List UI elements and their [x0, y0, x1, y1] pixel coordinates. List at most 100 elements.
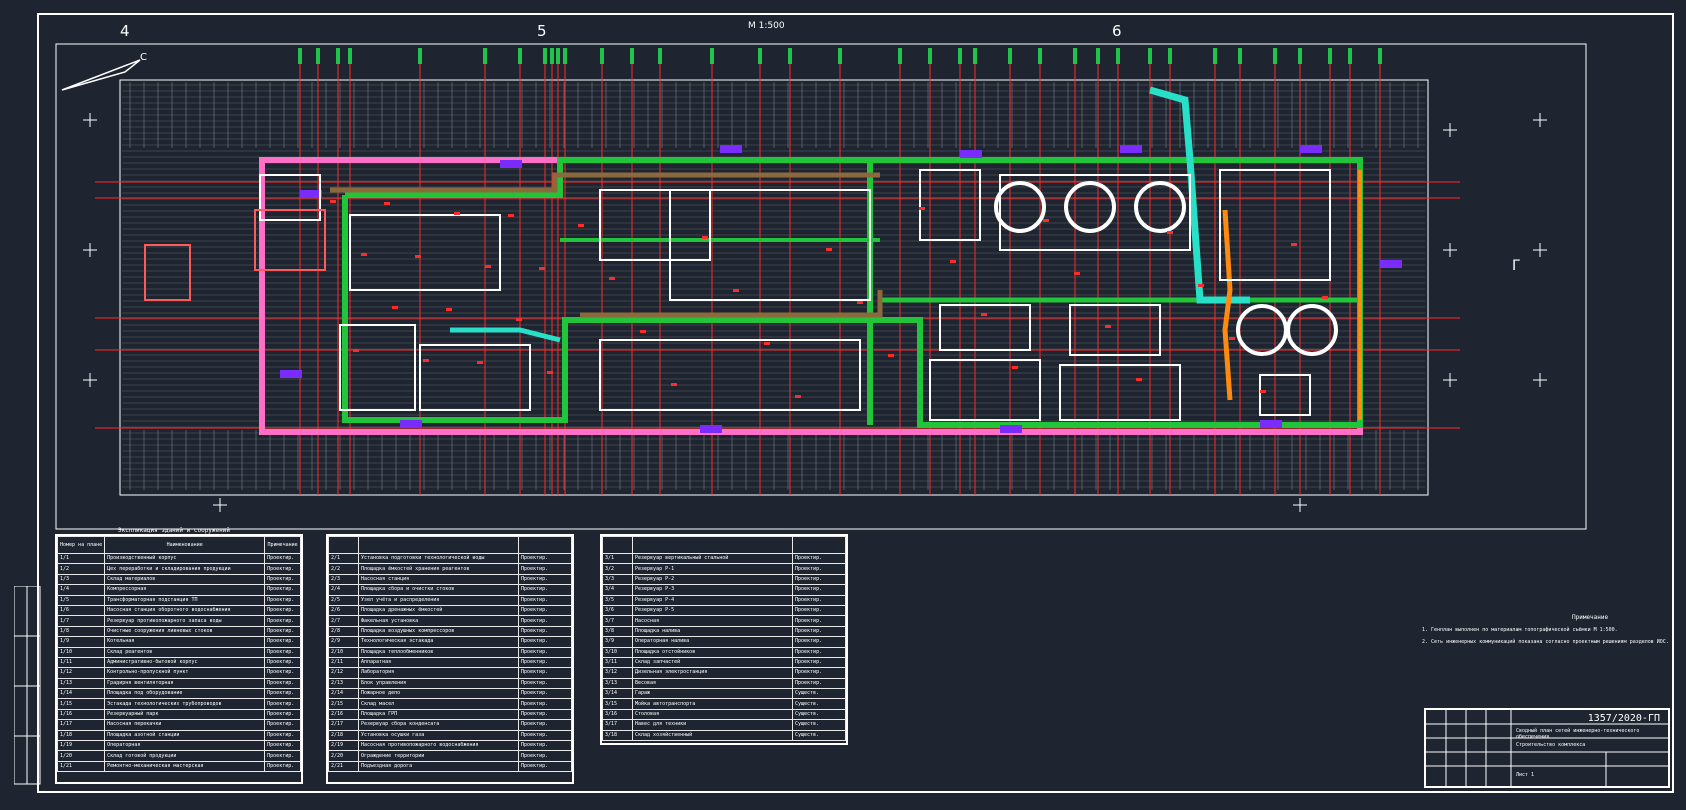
cell-note: Проектир. [264, 719, 301, 731]
cell-number: 3/9 [602, 636, 633, 648]
table-row: 1/13 Градирня вентиляторная Проектир. [56, 677, 301, 690]
stamp-line-1: Сводный план сетей инженерно-техническог… [1516, 728, 1640, 740]
cell-number: 2/9 [328, 636, 359, 648]
cell-note: Проектир. [518, 656, 572, 669]
table-row: 3/16 Столовая Существ. [602, 708, 846, 721]
notes-block: Примечание 1. Генплан выполнен по матери… [1422, 612, 1669, 648]
cell-name: Весовая [632, 677, 793, 690]
utility-tag [630, 48, 634, 64]
cell-number: 2/13 [328, 677, 359, 690]
cell-note: Проектир. [518, 563, 572, 575]
utility-tag [1213, 48, 1217, 64]
table-row: 1/9 Котельная Проектир. [56, 636, 301, 648]
utility-tag [658, 48, 662, 64]
cell-name: Склад реагентов [104, 646, 266, 658]
cell-note: Проектир. [518, 615, 572, 627]
cell-note: Проектир. [264, 708, 301, 721]
label-mark [1167, 231, 1173, 234]
building-outline [349, 214, 501, 291]
cell-note: Проектир. [264, 563, 301, 575]
label-mark [1198, 284, 1204, 287]
cell-name: Установка осушки газа [358, 729, 519, 742]
label-mark [702, 236, 708, 239]
label-mark [392, 306, 398, 309]
label-mark [888, 354, 894, 357]
utility-tag [563, 48, 567, 64]
label-mark [1136, 378, 1142, 381]
header-number [602, 536, 633, 554]
title-block: 1357/2020-ГП Сводный план сетей инженерн… [1424, 708, 1670, 788]
cell-name: Трансформаторная подстанция ТП [104, 594, 266, 606]
cell-name: Площадка отстойников [632, 646, 793, 658]
cell-note: Проектир. [792, 625, 846, 638]
cell-number: 2/4 [328, 584, 359, 596]
table-row: 2/2 Площадка ёмкостей хранения реагентов П… [328, 563, 572, 575]
notes-line-2: 2. Сеть инженерных коммуникаций показана… [1422, 639, 1669, 645]
table-row: 2/16 Площадка ГРП Проектир. [328, 708, 572, 721]
cell-note: Существ. [792, 708, 846, 721]
network-purple-block [1380, 260, 1402, 268]
table-left-title: Экспликация зданий и сооружений [118, 527, 230, 534]
header-note: Примечание [264, 536, 301, 554]
cell-note: Существ. [792, 719, 846, 731]
cell-note: Проектир. [518, 594, 572, 606]
cell-name: Технологическая эстакада [358, 636, 519, 648]
cell-note: Проектир. [518, 698, 572, 710]
utility-tag [1168, 48, 1172, 64]
table-row: 3/7 Насосная Проектир. [602, 615, 846, 627]
cell-name: Производственный корпус [104, 552, 266, 565]
network-purple-block [700, 425, 722, 433]
label-mark [353, 349, 359, 352]
table-header-row: Номер на плане Наименование Примечание [56, 536, 301, 554]
cell-number: 1/4 [56, 584, 106, 596]
cell-note: Проектир. [518, 584, 572, 596]
cell-note: Проектир. [792, 552, 846, 565]
cell-name: Площадка сбора и очистки стоков [358, 584, 519, 596]
cell-note: Проектир. [264, 552, 301, 565]
cell-number: 1/19 [56, 740, 106, 752]
table-row: 2/18 Установка осушки газа Проектир. [328, 729, 572, 742]
cell-name: Блок управления [358, 677, 519, 690]
inner-frame [55, 43, 1587, 530]
cell-name: Резервуар Р-2 [632, 573, 793, 586]
north-label: С [140, 52, 147, 63]
network-purple-block [300, 190, 322, 198]
cell-number: 1/20 [56, 750, 106, 762]
cell-note: Проектир. [518, 719, 572, 731]
cell-name: Резервуар противопожарного запаса воды [104, 615, 266, 627]
cell-number: 1/11 [56, 656, 106, 669]
table-row: 3/13 Весовая Проектир. [602, 677, 846, 690]
header-name [358, 536, 519, 554]
label-mark [477, 361, 483, 364]
side-stamp [14, 586, 41, 785]
cell-note: Проектир. [264, 615, 301, 627]
table-row: 3/14 Гараж Существ. [602, 688, 846, 700]
cell-name: Пожарное депо [358, 688, 519, 700]
label-mark [1012, 366, 1018, 369]
cell-number: 2/7 [328, 615, 359, 627]
cell-name: Административно-бытовой корпус [104, 656, 266, 669]
cell-name: Склад материалов [104, 573, 266, 586]
drawing-sheet: 4 5 6 М 1:500 С Г Экспликация зданий и с… [0, 0, 1686, 810]
label-mark [539, 267, 545, 270]
cell-note: Проектир. [792, 584, 846, 596]
header-name [632, 536, 793, 554]
table-row: 1/7 Резервуар противопожарного запаса вод… [56, 615, 301, 627]
cell-number: 1/2 [56, 563, 106, 575]
cell-name: Подъездная дорога [358, 760, 519, 773]
label-mark [485, 265, 491, 268]
stamp-line-2: Строительство комплекса [1516, 742, 1586, 748]
cell-number: 2/11 [328, 656, 359, 669]
table-row: 2/11 Аппаратная Проектир. [328, 656, 572, 669]
label-mark [764, 342, 770, 345]
cell-number: 3/12 [602, 667, 633, 679]
cell-name: Резервуар Р-4 [632, 594, 793, 606]
cell-name: Градирня вентиляторная [104, 677, 266, 690]
cell-number: 3/15 [602, 698, 633, 710]
network-orange-line [1222, 209, 1233, 401]
utility-tag [550, 48, 554, 64]
table-row: 1/20 Склад готовой продукции Проектир. [56, 750, 301, 762]
cell-number: 3/5 [602, 594, 633, 606]
cell-number: 2/21 [328, 760, 359, 773]
network-green-main [342, 157, 1363, 428]
